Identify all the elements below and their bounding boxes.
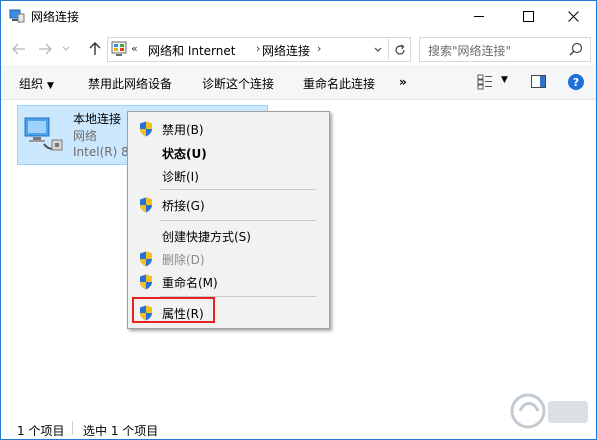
search-placeholder[interactable]: 搜索"网络连接" <box>428 42 511 59</box>
menu-item-diagnose[interactable]: 诊断(I) <box>130 164 327 188</box>
address-history-button[interactable] <box>369 39 387 60</box>
uac-shield-icon <box>140 197 152 213</box>
menu-item-label: 诊断(I) <box>162 170 199 184</box>
connection-name: 本地连接 <box>73 112 122 126</box>
selected-count: 选中 1 个项目 <box>83 424 159 438</box>
organize-label: 组织 <box>19 77 44 91</box>
command-bar: 组织 ▼ 禁用此网络设备 诊断这个连接 重命名此连接 » ▼ ? <box>1 65 596 100</box>
menu-item-label: 禁用(B) <box>162 123 204 137</box>
view-options-caret-icon[interactable]: ▼ <box>501 75 508 85</box>
breadcrumb-network-internet[interactable]: 网络和 Internet <box>148 42 235 59</box>
organize-menu[interactable]: 组织 ▼ <box>19 75 54 92</box>
window-title: 网络连接 <box>31 10 80 24</box>
diagnose-button[interactable]: 诊断这个连接 <box>202 75 274 92</box>
control-panel-icon <box>111 41 127 56</box>
disable-device-button[interactable]: 禁用此网络设备 <box>88 75 172 92</box>
menu-item-bridge[interactable]: 桥接(G) <box>130 193 327 217</box>
menu-item-disable[interactable]: 禁用(B) <box>130 117 327 141</box>
item-count: 1 个项目 <box>17 424 65 438</box>
watermark-logo <box>510 393 588 429</box>
help-icon[interactable]: ? <box>568 74 584 90</box>
connection-network: 网络 <box>73 129 98 143</box>
search-box[interactable]: 搜索"网络连接" <box>419 37 591 62</box>
uac-shield-icon <box>140 251 152 267</box>
breadcrumb-network-connections[interactable]: 网络连接 <box>262 42 310 59</box>
uac-shield-icon <box>140 121 152 137</box>
uac-shield-icon <box>140 274 152 290</box>
address-overflow[interactable]: « <box>131 42 138 55</box>
close-button[interactable] <box>550 1 596 32</box>
chevron-down-icon <box>62 46 70 51</box>
refresh-button[interactable] <box>388 39 410 60</box>
change-view-icon[interactable] <box>477 74 493 90</box>
search-icon[interactable] <box>569 42 583 56</box>
highlight-box <box>132 297 215 323</box>
preview-pane-icon[interactable] <box>531 75 546 88</box>
maximize-button[interactable] <box>505 1 551 32</box>
refresh-icon <box>394 43 405 55</box>
status-divider <box>72 421 73 435</box>
forward-arrow-icon <box>39 43 52 55</box>
up-arrow-icon <box>89 42 101 55</box>
more-commands-button[interactable]: » <box>399 75 407 89</box>
navigation-bar: « 网络和 Internet › 网络连接 › 搜索"网络连接" <box>1 32 596 65</box>
back-button[interactable] <box>11 41 27 57</box>
menu-item-label: 删除(D) <box>162 253 205 267</box>
title-bar: 网络连接 <box>1 1 596 32</box>
recent-locations-button[interactable] <box>61 41 71 57</box>
menu-item-label: 桥接(G) <box>162 199 205 213</box>
menu-item-create-shortcut[interactable]: 创建快捷方式(S) <box>130 224 327 248</box>
breadcrumb-separator[interactable]: › <box>317 42 321 55</box>
close-icon <box>567 11 579 22</box>
back-arrow-icon <box>12 43 25 55</box>
connection-adapter: Intel(R) 82 <box>73 145 131 159</box>
address-bar[interactable]: « 网络和 Internet › 网络连接 › <box>107 37 411 62</box>
context-menu: 禁用(B) 状态(U) 诊断(I) 桥接(G) 创建快捷方式(S) 删除(D) … <box>127 111 330 329</box>
menu-separator <box>160 220 316 221</box>
chevron-down-icon <box>374 47 382 52</box>
network-connections-icon <box>9 9 25 23</box>
rename-button[interactable]: 重命名此连接 <box>303 75 375 92</box>
ethernet-adapter-icon <box>24 117 63 151</box>
forward-button[interactable] <box>37 41 53 57</box>
menu-item-rename[interactable]: 重命名(M) <box>130 270 327 294</box>
caret-down-icon: ▼ <box>47 81 54 91</box>
menu-item-status[interactable]: 状态(U) <box>130 141 327 165</box>
menu-item-delete: 删除(D) <box>130 247 327 271</box>
menu-item-label: 状态(U) <box>162 147 207 161</box>
menu-separator <box>160 189 316 190</box>
breadcrumb-separator[interactable]: › <box>256 42 260 55</box>
minimize-button[interactable] <box>456 1 502 32</box>
menu-item-label: 重命名(M) <box>162 276 218 290</box>
up-button[interactable] <box>87 41 103 57</box>
menu-item-label: 创建快捷方式(S) <box>162 230 251 244</box>
